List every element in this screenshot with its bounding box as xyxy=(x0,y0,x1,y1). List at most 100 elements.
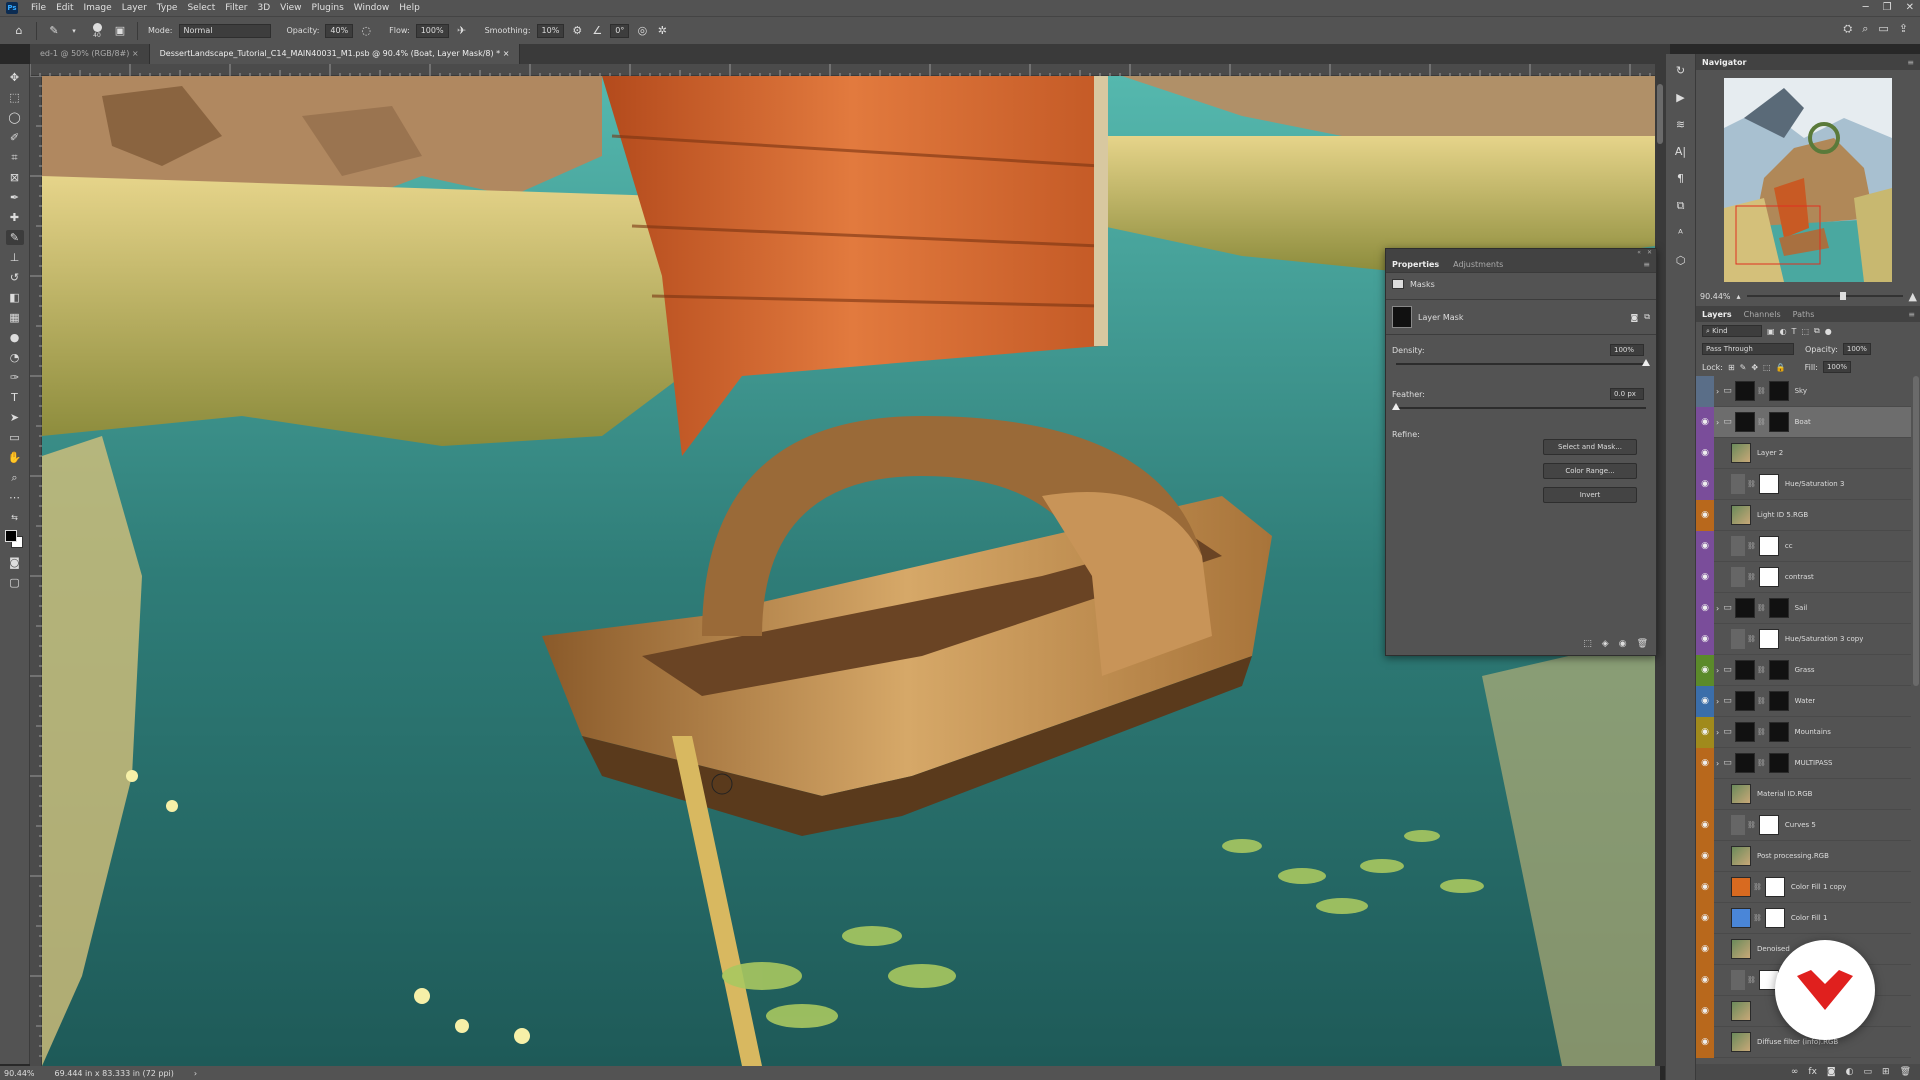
eye-icon[interactable]: ◉ xyxy=(1696,871,1714,903)
eye-icon[interactable]: ◉ xyxy=(1696,809,1714,841)
share-export-icon[interactable]: ⇪ xyxy=(1899,22,1908,36)
expand-chevron-icon[interactable]: › xyxy=(1716,759,1719,768)
path-select-tool-icon[interactable]: ➤ xyxy=(6,410,24,425)
chevron-right-icon[interactable]: › xyxy=(194,1069,197,1078)
eye-icon[interactable]: ◉ xyxy=(1696,995,1714,1027)
new-group-icon[interactable]: ▭ xyxy=(1864,1067,1873,1077)
document-tab-active[interactable]: DessertLandscape_Tutorial_C14_MAIN40031_… xyxy=(149,44,521,64)
expand-chevron-icon[interactable]: › xyxy=(1716,666,1719,675)
kind-filter-dropdown[interactable]: ⌕ Kind xyxy=(1702,325,1762,337)
load-selection-icon[interactable]: ⬚ xyxy=(1583,639,1592,649)
menu-select[interactable]: Select xyxy=(182,0,220,16)
layer-mask-thumbnail[interactable] xyxy=(1764,908,1785,928)
layer-mask-thumbnail[interactable] xyxy=(1758,474,1779,494)
smoothing-field[interactable]: 10% xyxy=(536,23,565,38)
layer-mask-thumbnail[interactable] xyxy=(1768,753,1789,773)
menu-type[interactable]: Type xyxy=(152,0,183,16)
layer-thumbnail[interactable] xyxy=(1731,939,1751,959)
color-swatches[interactable] xyxy=(4,530,25,550)
gradient-tool-icon[interactable]: ▦ xyxy=(6,310,24,325)
new-adjustment-icon[interactable]: ◐ xyxy=(1846,1067,1854,1077)
expand-chevron-icon[interactable]: › xyxy=(1716,387,1719,396)
layer-row[interactable]: ◉ ⛓ Color Fill 1 copy xyxy=(1696,871,1911,903)
lock-transparency-icon[interactable]: ⊞ xyxy=(1728,363,1735,372)
eye-icon[interactable]: ◉ xyxy=(1696,716,1714,748)
close-tab-icon[interactable]: × xyxy=(132,49,139,58)
link-icon[interactable]: ⛓ xyxy=(1757,666,1766,674)
menu-edit[interactable]: Edit xyxy=(51,0,78,16)
layer-thumbnail[interactable] xyxy=(1731,784,1751,804)
blur-tool-icon[interactable]: ● xyxy=(6,330,24,345)
home-icon[interactable]: ⌂ xyxy=(12,24,26,37)
layer-thumbnail[interactable] xyxy=(1731,536,1745,556)
pressure-size-icon[interactable]: ◎ xyxy=(635,24,649,37)
mode-dropdown[interactable]: Normal xyxy=(178,23,271,38)
layer-row[interactable]: ◉ › ▭ ⛓ Mountains xyxy=(1696,716,1911,748)
new-layer-icon[interactable]: ⊞ xyxy=(1882,1067,1890,1077)
eye-hidden-icon[interactable] xyxy=(1696,376,1714,407)
panel-menu-icon[interactable]: ≡ xyxy=(1643,260,1650,269)
layer-thumbnail[interactable] xyxy=(1734,722,1755,742)
trash-icon[interactable]: 🗑 xyxy=(1637,639,1648,649)
stamp-tool-icon[interactable]: ⊥ xyxy=(6,250,24,265)
quick-mask-icon[interactable]: ◙ xyxy=(6,555,24,570)
layer-row[interactable]: ◉ ⛓ contrast xyxy=(1696,561,1911,593)
layer-mask-thumbnail[interactable] xyxy=(1764,877,1785,897)
eye-icon[interactable]: ◉ xyxy=(1696,902,1714,934)
eye-icon[interactable]: ◉ xyxy=(1696,685,1714,717)
frame-tool-icon[interactable]: ⊠ xyxy=(6,170,24,185)
restore-icon[interactable]: ❐ xyxy=(1883,0,1892,16)
lock-position-icon[interactable]: ✥ xyxy=(1751,363,1758,372)
tab-channels[interactable]: Channels xyxy=(1744,310,1781,319)
layer-mask-thumbnail[interactable] xyxy=(1758,536,1779,556)
eye-icon[interactable]: ◉ xyxy=(1696,592,1714,624)
eraser-tool-icon[interactable]: ◧ xyxy=(6,290,24,305)
chevron-down-icon[interactable]: ▾ xyxy=(67,27,81,35)
layer-thumbnail[interactable] xyxy=(1731,629,1745,649)
layer-thumbnail[interactable] xyxy=(1731,908,1751,928)
layer-row[interactable]: ◉ Light ID 5.RGB xyxy=(1696,499,1911,531)
layer-row[interactable]: ◉ ⛓ Curves 5 xyxy=(1696,809,1911,841)
add-mask-icon[interactable]: ◙ xyxy=(1827,1067,1836,1077)
eyedropper-tool-icon[interactable]: ✒ xyxy=(6,190,24,205)
layer-thumbnail[interactable] xyxy=(1734,598,1755,618)
clone-source-icon[interactable]: ⧉ xyxy=(1677,199,1685,213)
layer-mask-thumbnail[interactable] xyxy=(1768,381,1789,401)
eye-icon[interactable]: ◉ xyxy=(1696,1026,1714,1058)
tab-layers[interactable]: Layers xyxy=(1702,310,1732,319)
layer-mask-thumbnail[interactable] xyxy=(1768,691,1789,711)
more-tools-icon[interactable]: ⋯ xyxy=(6,490,24,505)
layer-thumbnail[interactable] xyxy=(1734,381,1755,401)
layer-thumbnail[interactable] xyxy=(1734,660,1755,680)
pen-tool-icon[interactable]: ✑ xyxy=(6,370,24,385)
eye-icon[interactable]: ◉ xyxy=(1696,654,1714,686)
layer-row[interactable]: ◉ › ▭ ⛓ Sail xyxy=(1696,592,1911,624)
trash-icon[interactable]: 🗑 xyxy=(1900,1067,1911,1077)
filter-type-icon[interactable]: T xyxy=(1792,327,1797,336)
layer-row[interactable]: Material ID.RGB xyxy=(1696,778,1911,810)
layer-row[interactable]: ◉ ⛓ Hue/Saturation 3 xyxy=(1696,468,1911,500)
layer-mask-thumbnail[interactable] xyxy=(1768,722,1789,742)
swap-colors-icon[interactable]: ⇆ xyxy=(6,510,24,525)
eye-icon[interactable]: ◉ xyxy=(1696,747,1714,779)
healing-tool-icon[interactable]: ✚ xyxy=(6,210,24,225)
scrollbar-thumb[interactable] xyxy=(1657,84,1663,144)
link-icon[interactable]: ⛓ xyxy=(1757,759,1766,767)
link-icon[interactable]: ⛓ xyxy=(1747,542,1756,550)
history-icon[interactable]: ↻ xyxy=(1676,64,1685,77)
apply-mask-icon[interactable]: ◈ xyxy=(1602,639,1609,649)
menu-file[interactable]: File xyxy=(26,0,51,16)
character-icon[interactable]: A| xyxy=(1675,145,1686,158)
layer-thumbnail[interactable] xyxy=(1731,970,1745,990)
link-icon[interactable]: ⛓ xyxy=(1757,728,1766,736)
layer-mask-thumbnail[interactable] xyxy=(1768,412,1789,432)
layer-thumbnail[interactable] xyxy=(1731,567,1745,587)
feather-slider[interactable] xyxy=(1392,403,1646,410)
menu-view[interactable]: View xyxy=(275,0,306,16)
document-tab[interactable]: ed-1 @ 50% (RGB/8#) × xyxy=(30,44,150,64)
quick-select-tool-icon[interactable]: ✐ xyxy=(6,130,24,145)
eye-icon[interactable]: ◉ xyxy=(1696,933,1714,965)
zoom-readout[interactable]: 90.44% xyxy=(4,1069,35,1078)
pressure-opacity-icon[interactable]: ◌ xyxy=(359,24,373,37)
actions-icon[interactable]: ▶ xyxy=(1676,91,1684,104)
